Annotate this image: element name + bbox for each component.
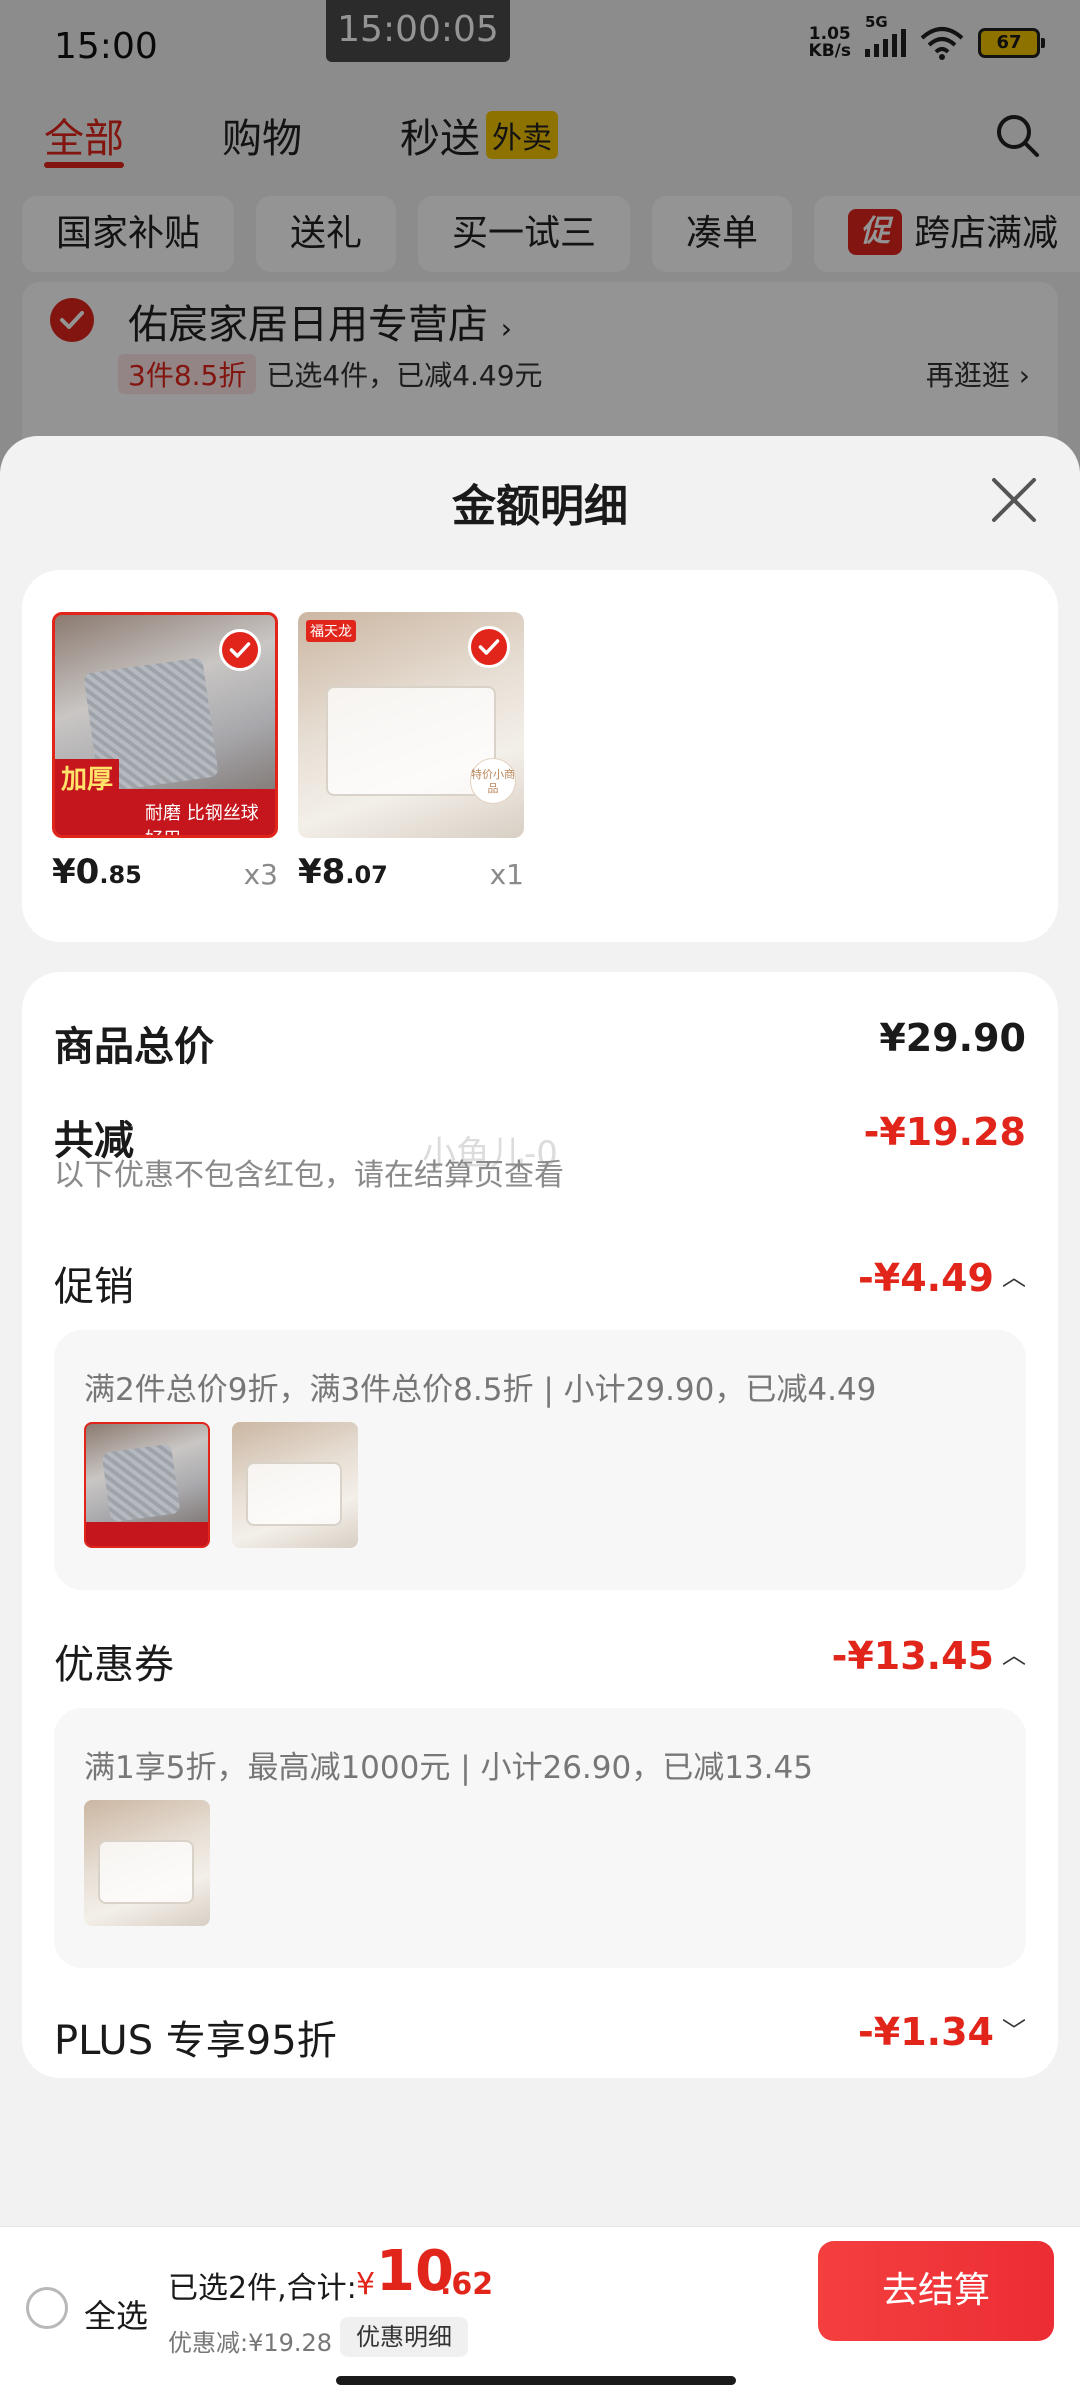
promotion-desc: 满2件总价9折，满3件总价8.5折 | 小计29.90，已减4.49 bbox=[84, 1372, 877, 1408]
total-currency: ¥ bbox=[356, 2267, 376, 2302]
cloth-image bbox=[101, 1443, 181, 1523]
special-price-badge: 特价小商品 bbox=[470, 758, 516, 804]
products-card: 加厚 耐磨 比钢丝球好用 ¥0.85 x3 福天龙 特价小商品 bbox=[22, 570, 1058, 942]
total-price-value: ¥29.90 bbox=[879, 1016, 1026, 1060]
promotion-toggle[interactable]: -¥4.49 ︿ bbox=[858, 1256, 1026, 1300]
discount-detail-button[interactable]: 优惠明细 bbox=[340, 2317, 468, 2357]
product-promo-banner: 加厚 耐磨 比钢丝球好用 bbox=[55, 759, 275, 835]
coupon-item-thumbnail[interactable] bbox=[84, 1800, 210, 1926]
plus-discount-value: -¥1.34 bbox=[858, 2010, 994, 2054]
product-price-row: ¥0.85 x3 bbox=[52, 852, 278, 892]
chevron-up-icon: ︿ bbox=[1002, 1641, 1026, 1669]
select-all-label[interactable]: 全选 bbox=[84, 2291, 148, 2337]
product-thumbnail[interactable]: 加厚 耐磨 比钢丝球好用 bbox=[52, 612, 278, 838]
chevron-up-icon: ︿ bbox=[1002, 1263, 1026, 1291]
dim-overlay[interactable] bbox=[0, 0, 1080, 480]
promotion-item-thumbnail[interactable] bbox=[232, 1422, 358, 1548]
close-icon[interactable] bbox=[988, 474, 1040, 526]
amount-detail-sheet: 金额明细 加厚 耐磨 比钢丝球好用 ¥0.85 x3 bbox=[0, 436, 1080, 2400]
selected-check-icon[interactable] bbox=[468, 626, 510, 668]
product-item[interactable]: 福天龙 特价小商品 ¥8.07 x1 bbox=[298, 612, 524, 892]
product-promo-banner bbox=[86, 1522, 208, 1546]
product-thumbnail[interactable]: 福天龙 特价小商品 bbox=[298, 612, 524, 838]
product-price-cents: .07 bbox=[345, 861, 388, 889]
discount-total: 优惠减:¥19.28 bbox=[168, 2329, 333, 2357]
promo-thick-label: 加厚 bbox=[55, 759, 120, 796]
coupon-label: 优惠券 bbox=[54, 1642, 174, 1688]
product-price-cents: .85 bbox=[99, 861, 142, 889]
sheet-title: 金额明细 bbox=[452, 481, 628, 532]
brand-logo: 福天龙 bbox=[306, 620, 356, 642]
plus-discount-label: PLUS 专享95折 bbox=[54, 2018, 337, 2064]
price-detail-card: 商品总价 ¥29.90 共减 -¥19.28 小鱼儿-0 以下优惠不包含红包，请… bbox=[22, 972, 1058, 2078]
home-indicator[interactable] bbox=[336, 2376, 736, 2385]
total-price-label: 商品总价 bbox=[54, 1024, 214, 1070]
discount-hint: 以下优惠不包含红包，请在结算页查看 bbox=[54, 1158, 564, 1193]
checkout-bar: 全选 已选2件,合计: ¥ 10 .62 优惠减:¥19.28 优惠明细 去结算 bbox=[0, 2226, 1080, 2400]
coupon-toggle[interactable]: -¥13.45 ︿ bbox=[832, 1634, 1026, 1678]
selected-summary: 已选2件,合计: bbox=[168, 2271, 357, 2306]
product-price: ¥0 bbox=[52, 852, 100, 892]
select-all-radio[interactable] bbox=[26, 2287, 68, 2329]
chevron-down-icon: ﹀ bbox=[1002, 2017, 1026, 2045]
product-qty: x1 bbox=[489, 858, 524, 891]
product-price: ¥8 bbox=[298, 852, 346, 892]
product-item[interactable]: 加厚 耐磨 比钢丝球好用 ¥0.85 x3 bbox=[52, 612, 278, 892]
coupon-desc: 满1享5折，最高减1000元 | 小计26.90，已减13.45 bbox=[84, 1750, 813, 1786]
coupon-value: -¥13.45 bbox=[831, 1634, 994, 1678]
storage-box-image bbox=[98, 1840, 194, 1904]
product-price-row: ¥8.07 x1 bbox=[298, 852, 524, 892]
promo-line-label: 耐磨 比钢丝球好用 bbox=[145, 803, 259, 835]
selected-check-icon[interactable] bbox=[219, 629, 261, 671]
plus-discount-toggle[interactable]: -¥1.34 ﹀ bbox=[858, 2010, 1026, 2054]
coupon-detail-box: 满1享5折，最高减1000元 | 小计26.90，已减13.45 bbox=[54, 1708, 1026, 1968]
product-qty: x3 bbox=[243, 858, 278, 891]
promotion-value: -¥4.49 bbox=[858, 1256, 994, 1300]
checkout-button[interactable]: 去结算 bbox=[818, 2241, 1054, 2341]
total-amount-dec: .62 bbox=[440, 2267, 494, 2302]
promotion-detail-box: 满2件总价9折，满3件总价8.5折 | 小计29.90，已减4.49 bbox=[54, 1330, 1026, 1590]
promotion-label: 促销 bbox=[54, 1264, 134, 1310]
storage-box-image bbox=[246, 1462, 342, 1526]
promotion-item-thumbnail[interactable] bbox=[84, 1422, 210, 1548]
total-reduce-value: -¥19.28 bbox=[863, 1110, 1026, 1154]
